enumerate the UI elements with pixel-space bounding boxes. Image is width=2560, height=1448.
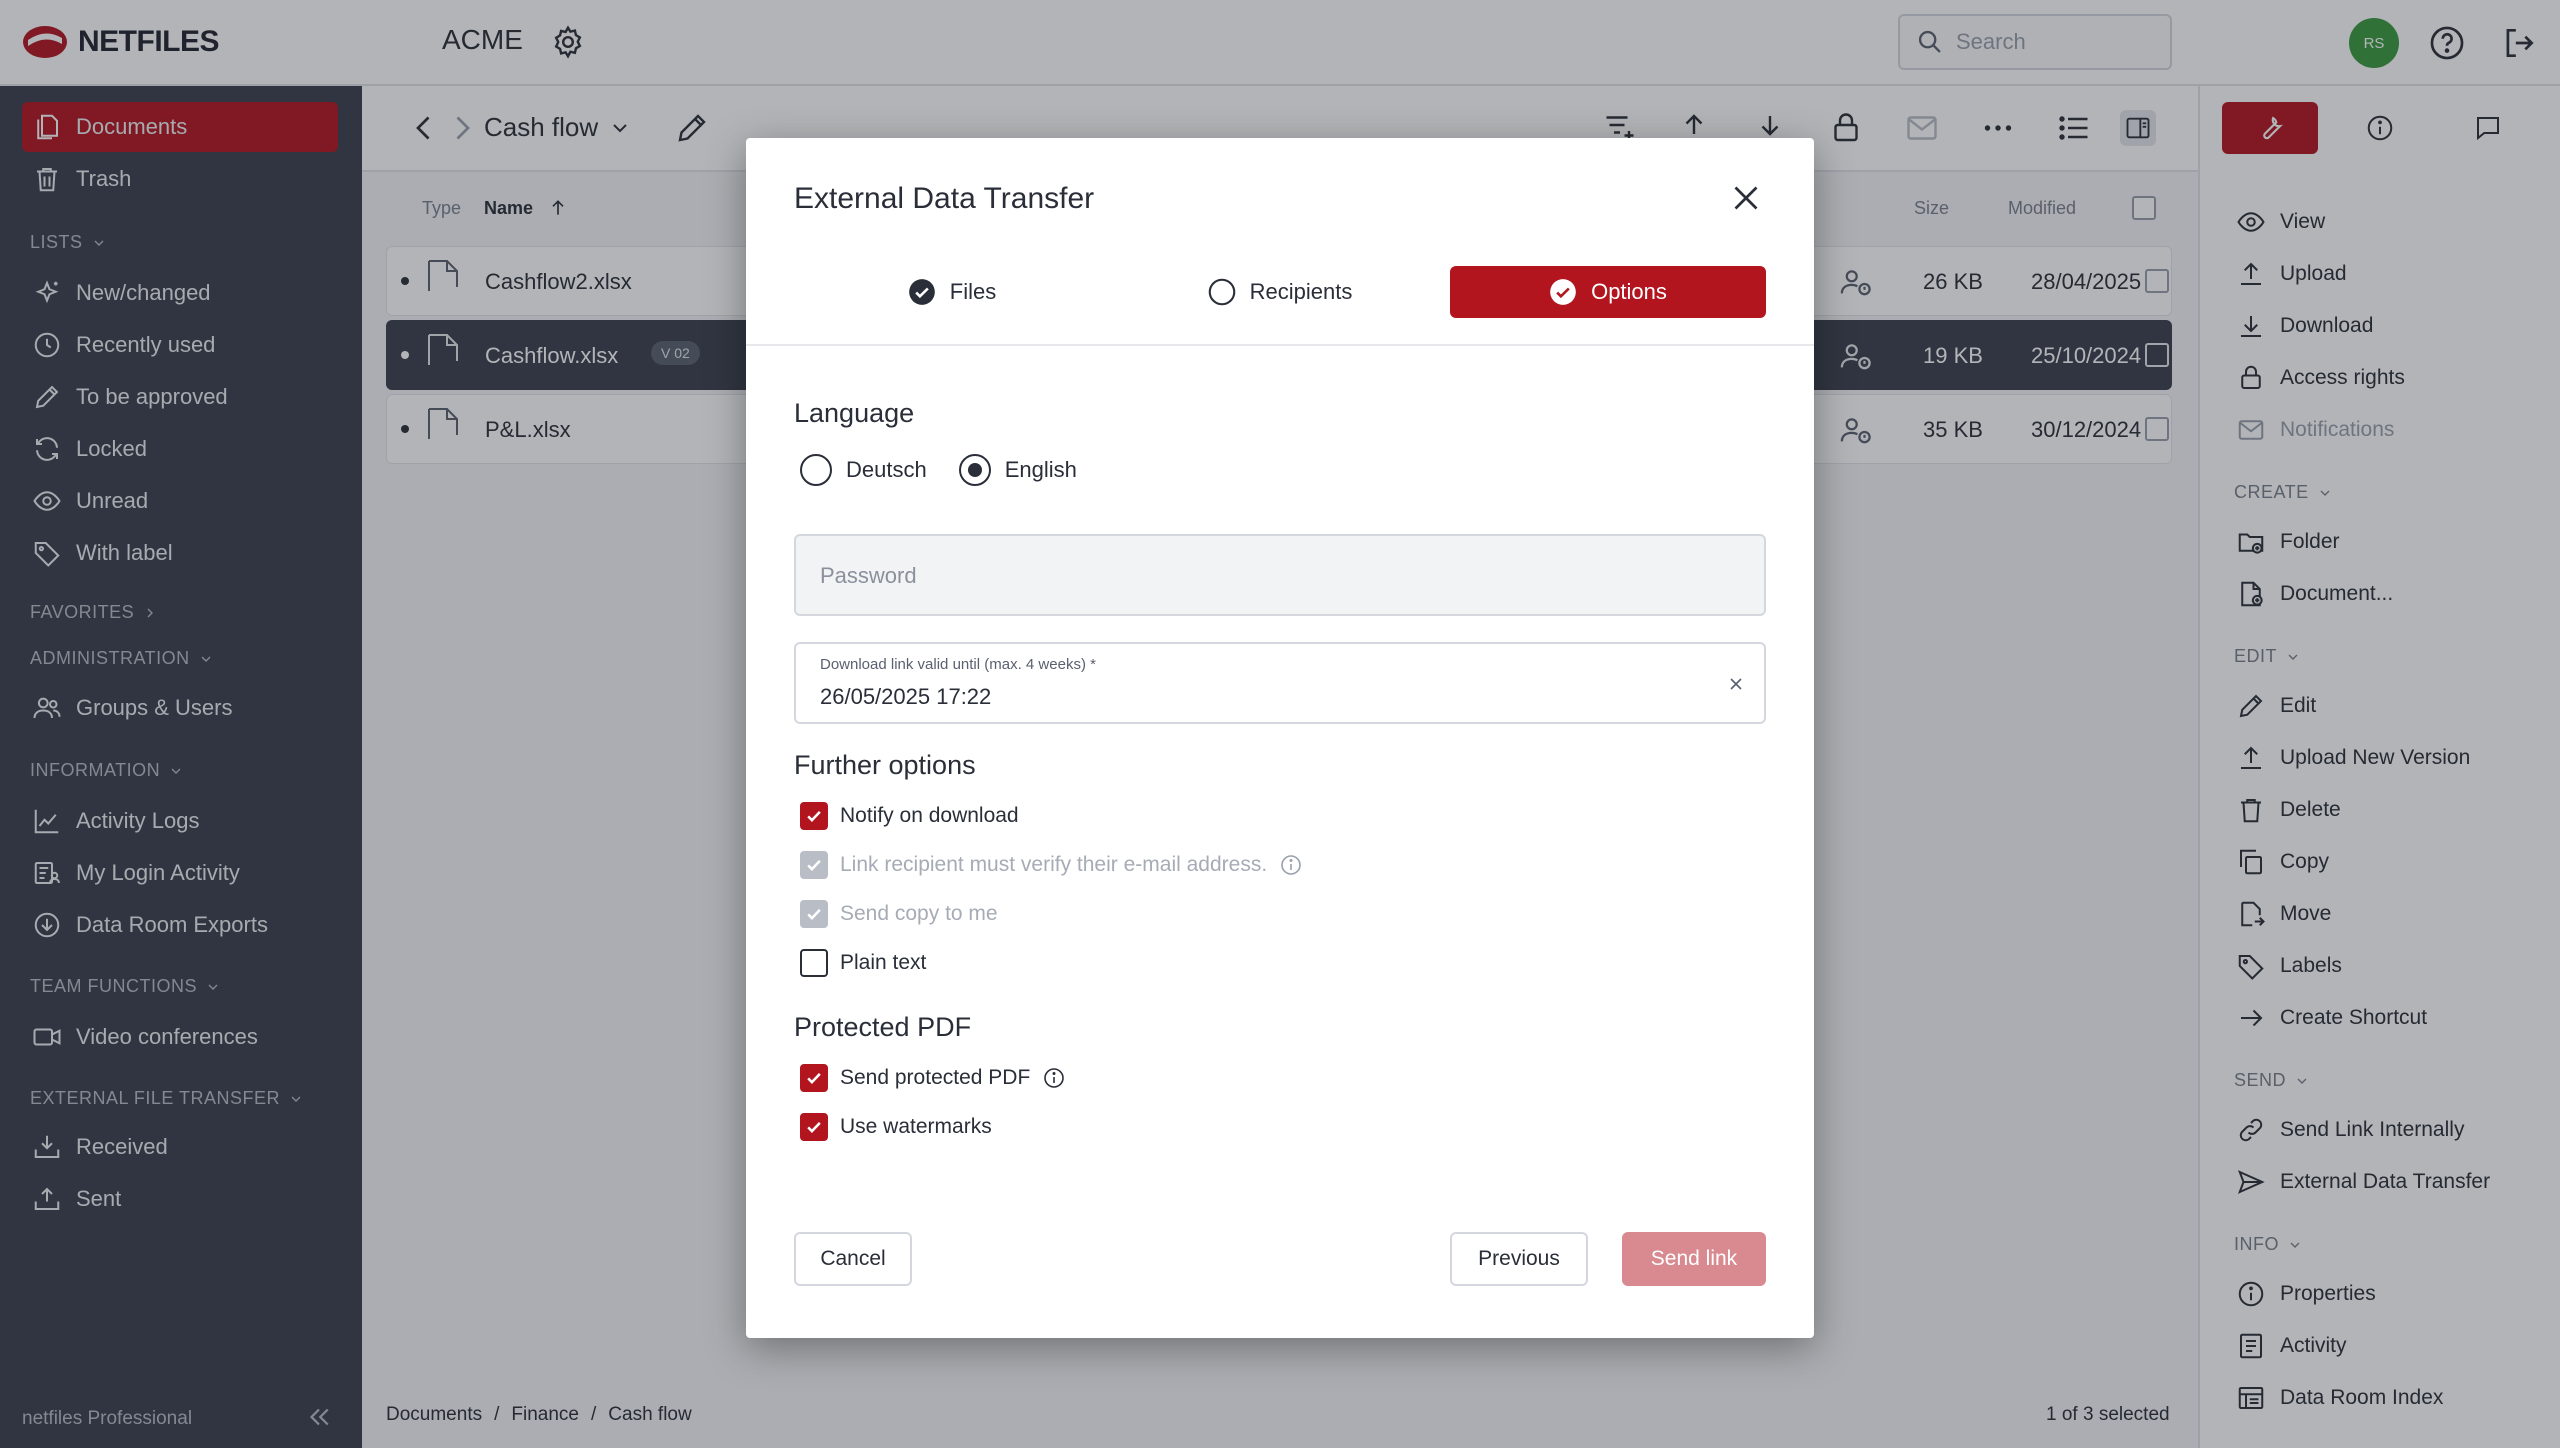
checkmark-icon: [807, 1121, 821, 1133]
cancel-button[interactable]: Cancel: [794, 1232, 912, 1286]
option-verify-email: Link recipient must verify their e-mail …: [800, 851, 1303, 879]
field-label: Download link valid until (max. 4 weeks)…: [820, 656, 1096, 673]
step-files[interactable]: Files: [794, 266, 1110, 318]
option-label: Notify on download: [840, 804, 1019, 827]
checkmark-icon: [807, 810, 821, 822]
password-input[interactable]: [820, 558, 1720, 594]
checkbox-unchecked[interactable]: [800, 949, 828, 977]
option-label: Send protected PDF: [840, 1066, 1031, 1089]
checkbox-checked[interactable]: [800, 802, 828, 830]
language-section-title: Language: [794, 398, 915, 428]
step-recipients[interactable]: Recipients: [1122, 266, 1438, 318]
option-label: Send copy to me: [840, 902, 998, 925]
link-valid-until-field[interactable]: Download link valid until (max. 4 weeks)…: [794, 642, 1766, 724]
check-circle-icon: [908, 279, 935, 305]
field-value[interactable]: 26/05/2025 17:22: [820, 684, 991, 710]
option-label: Plain text: [840, 951, 927, 974]
info-icon[interactable]: [1279, 853, 1303, 877]
password-field[interactable]: [794, 534, 1766, 616]
option-plain-text[interactable]: Plain text: [800, 949, 926, 977]
step-options[interactable]: Options: [1450, 266, 1766, 318]
empty-circle-icon: [1208, 278, 1235, 306]
clear-icon[interactable]: [1726, 674, 1746, 694]
check-circle-icon: [1550, 279, 1576, 305]
checkbox-checked[interactable]: [800, 1113, 828, 1141]
dialog-title: External Data Transfer: [794, 182, 1095, 215]
checkbox-checked[interactable]: [800, 1064, 828, 1092]
option-label: Link recipient must verify their e-mail …: [840, 853, 1268, 876]
wizard-steps: Files Recipients Options: [746, 266, 1814, 346]
checkbox-checked-disabled: [800, 900, 828, 928]
close-icon[interactable]: [1728, 180, 1764, 216]
option-send-copy-to-me: Send copy to me: [800, 900, 998, 928]
send-link-button[interactable]: Send link: [1622, 1232, 1766, 1286]
protected-pdf-title: Protected PDF: [794, 1012, 972, 1042]
external-data-transfer-dialog: External Data Transfer Files Recipients …: [746, 138, 1814, 1338]
step-label: Recipients: [1249, 279, 1353, 304]
checkbox-checked-disabled: [800, 851, 828, 879]
step-label: Options: [1591, 279, 1667, 304]
checkmark-icon: [807, 859, 821, 871]
step-label: Files: [949, 279, 997, 304]
previous-button[interactable]: Previous: [1450, 1232, 1588, 1286]
checkmark-icon: [807, 908, 821, 920]
radio-deutsch[interactable]: [800, 454, 832, 486]
option-use-watermarks[interactable]: Use watermarks: [800, 1113, 992, 1141]
radio-english-selected[interactable]: [958, 454, 991, 486]
further-options-title: Further options: [794, 750, 976, 780]
language-radio-group: Deutsch English: [800, 454, 1077, 486]
radio-label[interactable]: Deutsch: [846, 457, 927, 483]
option-send-protected-pdf[interactable]: Send protected PDF: [800, 1064, 1066, 1092]
radio-label[interactable]: English: [1005, 457, 1077, 483]
option-label: Use watermarks: [840, 1115, 992, 1138]
option-notify-on-download[interactable]: Notify on download: [800, 802, 1019, 830]
info-icon[interactable]: [1042, 1066, 1066, 1090]
checkmark-icon: [807, 1072, 821, 1084]
